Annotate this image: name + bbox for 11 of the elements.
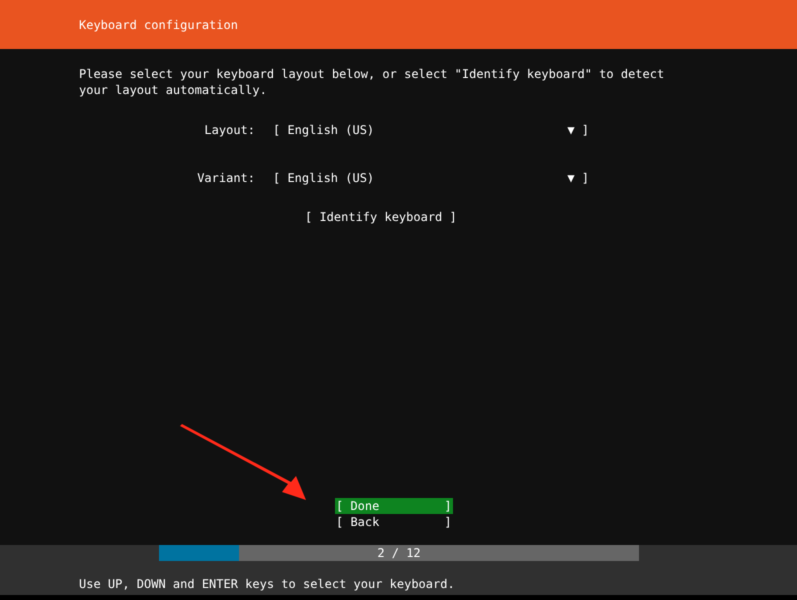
progress-text: 2 / 12 [377,546,421,560]
dropdown[interactable]: [ English (US) ▼ ] [273,123,589,137]
identify-keyboard-button[interactable]: [ Identify keyboard ] [305,210,457,224]
back-button[interactable]: [ Back ] [335,514,453,530]
instruction-text: Please select your keyboard layout below, or select "Identify keyboard" to detect your layout automatically. [79,66,666,98]
dropdown[interactable]: [ English (US) ▼ ] [273,171,589,185]
field-label: Variant: [196,171,255,185]
screen-title: Keyboard configuration [79,18,238,32]
field-label: Layout: [203,123,255,137]
hint-text: Use UP, DOWN and ENTER keys to select your keyboard. [79,577,456,591]
done-button[interactable]: [ Done ] [335,498,453,514]
